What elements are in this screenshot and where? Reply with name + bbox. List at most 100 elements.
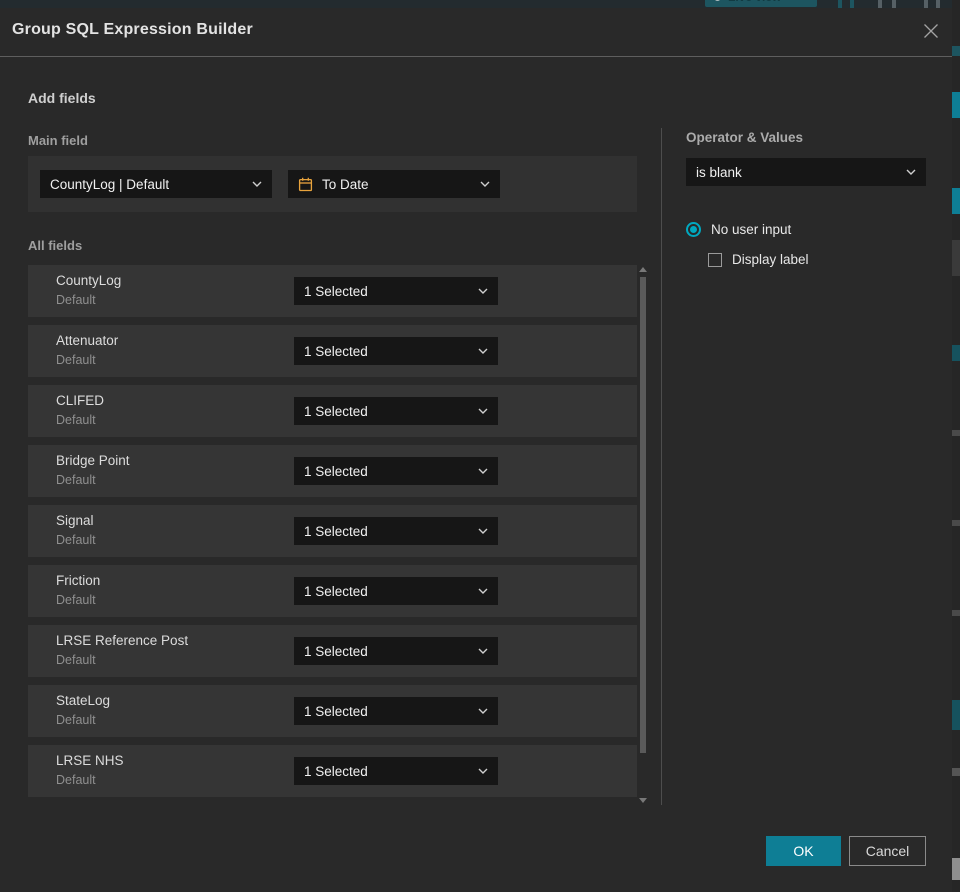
field-row: CLIFED Default 1 Selected — [28, 385, 637, 437]
live-dot-icon — [714, 0, 721, 1]
field-subtitle: Default — [56, 533, 96, 547]
chevron-down-icon — [478, 348, 488, 354]
field-row: LRSE Reference Post Default 1 Selected — [28, 625, 637, 677]
selected-count-dropdown[interactable]: 1 Selected — [294, 397, 498, 425]
scrollbar-down-arrow-icon[interactable] — [639, 798, 647, 803]
no-user-input-radio[interactable]: No user input — [686, 222, 791, 237]
no-user-input-label: No user input — [711, 222, 792, 237]
field-subtitle: Default — [56, 653, 96, 667]
date-type-dropdown[interactable]: To Date — [288, 170, 500, 198]
field-row: Attenuator Default 1 Selected — [28, 325, 637, 377]
field-subtitle: Default — [56, 413, 96, 427]
display-label-checkbox[interactable]: Display label — [708, 252, 809, 267]
selected-count-label: 1 Selected — [304, 583, 368, 599]
chevron-down-icon — [478, 288, 488, 294]
background-fragment — [952, 92, 960, 118]
background-app-top-strip: Live view — [0, 0, 960, 8]
background-app-right-strip — [952, 0, 960, 892]
field-name: CLIFED — [56, 393, 105, 408]
background-fragment — [952, 520, 960, 526]
field-row: Signal Default 1 Selected — [28, 505, 637, 557]
field-name: CountyLog — [56, 273, 122, 288]
background-fragment — [952, 188, 960, 214]
background-fragment — [952, 240, 960, 276]
fields-list-scrollbar[interactable] — [638, 265, 648, 805]
live-view-label: Live view — [728, 0, 781, 4]
main-field-label: Main field — [28, 133, 88, 148]
display-label-label: Display label — [732, 252, 809, 267]
chevron-down-icon — [252, 181, 262, 187]
selected-count-label: 1 Selected — [304, 403, 368, 419]
dialog-title: Group SQL Expression Builder — [12, 21, 253, 38]
cancel-button[interactable]: Cancel — [849, 836, 926, 866]
selected-count-dropdown[interactable]: 1 Selected — [294, 577, 498, 605]
field-name: StateLog — [56, 693, 111, 708]
field-subtitle: Default — [56, 773, 96, 787]
add-fields-heading: Add fields — [28, 90, 96, 106]
selected-count-label: 1 Selected — [304, 763, 368, 779]
toolbar-icon — [878, 0, 882, 8]
background-fragment — [952, 700, 960, 730]
selected-count-dropdown[interactable]: 1 Selected — [294, 757, 498, 785]
field-subtitle: Default — [56, 473, 96, 487]
chevron-down-icon — [478, 648, 488, 654]
chevron-down-icon — [478, 708, 488, 714]
selected-count-dropdown[interactable]: 1 Selected — [294, 697, 498, 725]
chevron-down-icon — [480, 181, 490, 187]
ok-button[interactable]: OK — [766, 836, 841, 866]
live-view-button[interactable]: Live view — [705, 0, 817, 7]
group-sql-expression-builder-dialog: Group SQL Expression Builder Add fields … — [0, 8, 952, 892]
selected-count-label: 1 Selected — [304, 343, 368, 359]
radio-selected-icon — [686, 222, 701, 237]
date-type-dropdown-value: To Date — [322, 176, 369, 192]
field-row: StateLog Default 1 Selected — [28, 685, 637, 737]
field-name: LRSE NHS — [56, 753, 124, 768]
field-subtitle: Default — [56, 353, 96, 367]
field-subtitle: Default — [56, 293, 96, 307]
close-icon[interactable] — [922, 23, 940, 41]
main-field-dropdown[interactable]: CountyLog | Default — [40, 170, 272, 198]
background-fragment — [952, 345, 960, 361]
selected-count-label: 1 Selected — [304, 523, 368, 539]
background-fragment — [952, 430, 960, 436]
toolbar-icon — [838, 0, 842, 8]
field-row: LRSE NHS Default 1 Selected — [28, 745, 637, 797]
dialog-header: Group SQL Expression Builder — [0, 8, 952, 57]
field-subtitle: Default — [56, 713, 96, 727]
field-name: Signal — [56, 513, 94, 528]
selected-count-dropdown[interactable]: 1 Selected — [294, 277, 498, 305]
selected-count-dropdown[interactable]: 1 Selected — [294, 637, 498, 665]
field-name: Bridge Point — [56, 453, 130, 468]
field-name: Friction — [56, 573, 101, 588]
all-fields-label: All fields — [28, 238, 83, 253]
checkbox-unchecked-icon — [708, 252, 722, 267]
scrollbar-up-arrow-icon[interactable] — [639, 267, 647, 272]
operator-dropdown-value: is blank — [696, 164, 742, 180]
selected-count-label: 1 Selected — [304, 283, 368, 299]
selected-count-label: 1 Selected — [304, 703, 368, 719]
chevron-down-icon — [906, 169, 916, 175]
main-field-container: CountyLog | Default To Date — [28, 156, 637, 212]
selected-count-label: 1 Selected — [304, 463, 368, 479]
panel-divider — [661, 128, 662, 805]
chevron-down-icon — [478, 588, 488, 594]
background-fragment — [952, 46, 960, 56]
toolbar-icon — [850, 0, 854, 8]
field-row: Friction Default 1 Selected — [28, 565, 637, 617]
chevron-down-icon — [478, 768, 488, 774]
calendar-icon — [298, 177, 313, 191]
operator-dropdown[interactable]: is blank — [686, 158, 926, 186]
toolbar-icon — [892, 0, 896, 8]
field-name: Attenuator — [56, 333, 119, 348]
toolbar-icon — [924, 0, 928, 8]
selected-count-dropdown[interactable]: 1 Selected — [294, 337, 498, 365]
scrollbar-thumb[interactable] — [640, 277, 646, 753]
selected-count-dropdown[interactable]: 1 Selected — [294, 517, 498, 545]
background-fragment — [952, 768, 960, 776]
field-row: Bridge Point Default 1 Selected — [28, 445, 637, 497]
field-subtitle: Default — [56, 593, 96, 607]
selected-count-dropdown[interactable]: 1 Selected — [294, 457, 498, 485]
operator-values-heading: Operator & Values — [686, 130, 804, 145]
field-name: LRSE Reference Post — [56, 633, 189, 648]
main-field-dropdown-value: CountyLog | Default — [50, 176, 170, 192]
